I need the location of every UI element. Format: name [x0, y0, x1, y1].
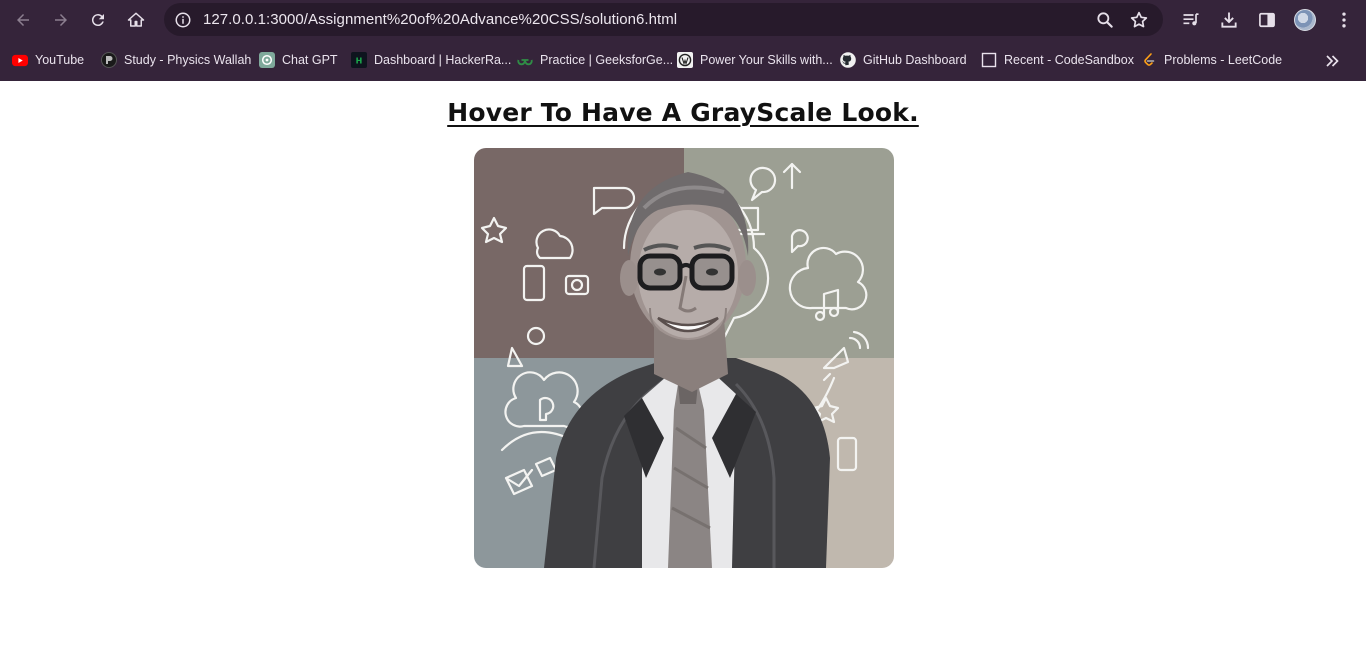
url-text[interactable]: 127.0.0.1:3000/Assignment%20of%20Advance… [203, 11, 677, 28]
address-bar[interactable]: 127.0.0.1:3000/Assignment%20of%20Advance… [164, 3, 1163, 36]
bookmark-label: Chat GPT [282, 53, 338, 67]
chevron-double-right-icon [1326, 55, 1339, 67]
bookmark-label: GitHub Dashboard [863, 53, 967, 67]
bookmark-label: Dashboard | HackerRa... [374, 53, 512, 67]
bookmark-label: Recent - CodeSandbox [1004, 53, 1134, 67]
github-icon [840, 52, 856, 68]
media-control-button[interactable] [1180, 9, 1202, 31]
home-button[interactable] [123, 7, 149, 33]
side-panel-button[interactable] [1256, 9, 1278, 31]
home-icon [127, 12, 145, 27]
reload-icon [91, 14, 104, 27]
star-icon[interactable] [1129, 10, 1149, 30]
more-bookmarks-button[interactable] [1322, 51, 1342, 71]
chatgpt-icon [259, 52, 275, 68]
bookmark-label: Power Your Skills with... [700, 53, 833, 67]
bookmark-leetcode[interactable]: Problems - LeetCode [1141, 49, 1282, 71]
bookmark-power-your-skills[interactable]: Power Your Skills with... [677, 49, 833, 71]
profile-avatar [1294, 9, 1316, 31]
media-control-icon [1183, 13, 1199, 26]
browser-menu-button[interactable] [1333, 9, 1355, 31]
site-info-button[interactable] [172, 9, 193, 30]
download-icon [1221, 12, 1237, 28]
bookmark-label: Problems - LeetCode [1164, 53, 1283, 67]
profile-button[interactable] [1294, 9, 1316, 31]
youtube-icon [12, 52, 28, 68]
bookmark-label: Practice | GeeksforGe... [540, 53, 674, 67]
side-panel-icon [1259, 12, 1275, 28]
page-heading: Hover To Have A GrayScale Look. [447, 98, 919, 127]
portrait-image[interactable] [474, 148, 894, 568]
browser-chrome: 127.0.0.1:3000/Assignment%20of%20Advance… [0, 0, 1366, 81]
zoom-icon[interactable] [1095, 10, 1115, 30]
back-button[interactable] [10, 7, 36, 33]
physics-wallah-icon [101, 52, 117, 68]
leetcode-icon [1141, 52, 1157, 68]
kebab-menu-icon [1342, 12, 1346, 28]
bookmark-github[interactable]: GitHub Dashboard [840, 49, 967, 71]
svg-text:H: H [356, 57, 363, 66]
geeksforgeeks-icon [517, 52, 533, 68]
downloads-button[interactable] [1218, 9, 1240, 31]
bookmark-label: YouTube [35, 53, 85, 67]
hackerrank-icon: H [351, 52, 367, 68]
portrait-graphic [474, 148, 894, 568]
codesandbox-icon [981, 52, 997, 68]
bookmarks-bar: YouTube Study - Physics Wallah Chat GPT … [0, 39, 1366, 81]
arrow-left-icon [17, 14, 29, 26]
bookmark-physics-wallah[interactable]: Study - Physics Wallah [101, 49, 251, 71]
bookmark-hackerrank[interactable]: H Dashboard | HackerRa... [351, 49, 511, 71]
forward-button[interactable] [48, 7, 74, 33]
browser-toolbar: 127.0.0.1:3000/Assignment%20of%20Advance… [0, 0, 1366, 39]
bookmark-label: Study - Physics Wallah [124, 53, 252, 67]
bookmark-youtube[interactable]: YouTube [12, 49, 84, 71]
reload-button[interactable] [85, 7, 111, 33]
bookmark-chatgpt[interactable]: Chat GPT [259, 49, 338, 71]
wordpress-icon [677, 52, 693, 68]
bookmark-geeksforgeeks[interactable]: Practice | GeeksforGe... [517, 49, 673, 71]
info-icon [175, 12, 190, 27]
page-content: Hover To Have A GrayScale Look. [0, 81, 1366, 660]
arrow-right-icon [55, 14, 67, 26]
bookmark-codesandbox[interactable]: Recent - CodeSandbox [981, 49, 1134, 71]
